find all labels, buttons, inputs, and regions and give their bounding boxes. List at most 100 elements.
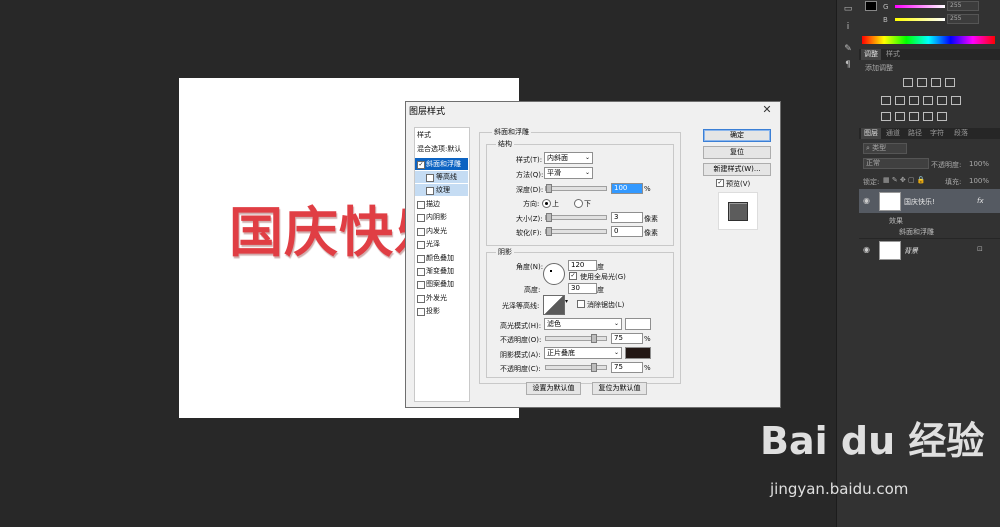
bevel-checkbox[interactable]: ✓ [417, 161, 425, 169]
posterize-icon[interactable] [895, 112, 905, 121]
reset-button[interactable]: 复位 [703, 146, 771, 159]
brightness-icon[interactable] [903, 78, 913, 87]
fx-icon[interactable]: fx [977, 197, 984, 205]
layer-row-text[interactable]: ◉ 国庆快乐! fx [859, 189, 1000, 213]
new-style-button[interactable]: 新建样式(W)... [703, 163, 771, 176]
tab-styles[interactable]: 样式 [883, 49, 903, 60]
paragraph-icon[interactable]: ¶ [841, 60, 855, 70]
pattern-overlay-checkbox[interactable] [417, 281, 425, 289]
gradient-map-icon[interactable] [923, 112, 933, 121]
direction-down-radio[interactable] [574, 199, 583, 208]
angle-dial[interactable] [543, 263, 565, 285]
chevron-down-icon[interactable]: ▾ [565, 298, 568, 305]
reset-default-button[interactable]: 复位为默认值 [592, 382, 647, 395]
altitude-input[interactable]: 30 [568, 283, 597, 294]
color-spectrum-bar[interactable] [862, 36, 995, 44]
effect-item[interactable]: 斜面和浮雕 [899, 227, 934, 237]
inner-shadow-checkbox[interactable] [417, 214, 425, 222]
bevel-style-select[interactable]: 内斜面 ⌄ [544, 152, 593, 164]
close-icon[interactable]: ✕ [758, 102, 776, 118]
style-item-pattern-overlay[interactable]: 图案叠加 [415, 278, 468, 290]
style-item-color-overlay[interactable]: 颜色叠加 [415, 252, 468, 264]
tab-paths[interactable]: 路径 [905, 128, 925, 139]
b-channel-slider[interactable] [895, 18, 945, 21]
depth-slider[interactable] [545, 184, 607, 193]
make-default-button[interactable]: 设置为默认值 [526, 382, 581, 395]
b-channel-value[interactable]: 255 [947, 14, 979, 24]
drop-shadow-checkbox[interactable] [417, 308, 425, 316]
style-item-gradient-overlay[interactable]: 渐变叠加 [415, 265, 468, 277]
highlight-color-swatch[interactable] [625, 318, 651, 330]
global-light-checkbox[interactable]: ✓ [569, 272, 577, 280]
tab-channels[interactable]: 通道 [883, 128, 903, 139]
gloss-contour-picker[interactable] [543, 295, 565, 315]
foreground-color-swatch[interactable] [865, 1, 877, 11]
style-item-texture[interactable]: 纹理 [415, 184, 468, 196]
layer-row-background[interactable]: ◉ 背景 ⊡ [859, 238, 1000, 261]
shadow-opacity-input[interactable]: 75 [611, 362, 643, 373]
shadow-opacity-slider[interactable] [545, 363, 607, 372]
shadow-mode-select[interactable]: 正片叠底 ⌄ [544, 347, 622, 359]
style-item-outer-glow[interactable]: 外发光 [415, 292, 468, 304]
vibrance-icon[interactable] [881, 96, 891, 105]
size-input[interactable]: 3 [611, 212, 643, 223]
tab-layers[interactable]: 图层 [861, 128, 881, 139]
blend-options-item[interactable]: 混合选项:默认 [415, 143, 470, 155]
g-channel-value[interactable]: 255 [947, 1, 979, 11]
eye-icon[interactable]: ◉ [863, 196, 870, 205]
style-item-stroke[interactable]: 描边 [415, 198, 468, 210]
brush-icon[interactable]: ✎ [841, 44, 855, 54]
g-channel-slider[interactable] [895, 5, 945, 8]
soften-input[interactable]: 0 [611, 226, 643, 237]
layer-name[interactable]: 国庆快乐! [904, 197, 935, 207]
satin-checkbox[interactable] [417, 241, 425, 249]
size-slider[interactable] [545, 213, 607, 222]
soften-slider-thumb[interactable] [546, 227, 552, 236]
black-white-icon[interactable] [923, 96, 933, 105]
angle-input[interactable]: 120 [568, 260, 597, 271]
soften-slider[interactable] [545, 227, 607, 236]
selective-color-icon[interactable] [937, 112, 947, 121]
curves-icon[interactable] [931, 78, 941, 87]
contour-checkbox[interactable] [426, 174, 434, 182]
style-item-bevel[interactable]: ✓ 斜面和浮雕 [415, 158, 468, 170]
shadow-opacity-thumb[interactable] [591, 363, 597, 372]
gradient-overlay-checkbox[interactable] [417, 268, 425, 276]
style-item-inner-glow[interactable]: 内发光 [415, 225, 468, 237]
levels-icon[interactable] [917, 78, 927, 87]
technique-select[interactable]: 平滑 ⌄ [544, 167, 593, 179]
color-balance-icon[interactable] [909, 96, 919, 105]
anti-alias-checkbox[interactable] [577, 300, 585, 308]
size-slider-thumb[interactable] [546, 213, 552, 222]
tab-paragraph[interactable]: 段落 [951, 128, 971, 139]
highlight-opacity-slider[interactable] [545, 334, 607, 343]
threshold-icon[interactable] [909, 112, 919, 121]
stroke-checkbox[interactable] [417, 201, 425, 209]
tab-character[interactable]: 字符 [927, 128, 947, 139]
style-item-satin[interactable]: 光泽 [415, 238, 468, 250]
preview-checkbox[interactable]: ✓ [716, 179, 724, 187]
invert-icon[interactable] [881, 112, 891, 121]
blend-mode-select[interactable]: 正常 [863, 158, 929, 169]
fill-value[interactable]: 100% [969, 177, 989, 185]
style-item-contour[interactable]: 等高线 [415, 171, 468, 183]
color-overlay-checkbox[interactable] [417, 255, 425, 263]
outer-glow-checkbox[interactable] [417, 295, 425, 303]
lock-icons[interactable]: ▦ ✎ ✥ ▢ 🔒 [883, 176, 926, 184]
layer-name[interactable]: 背景 [904, 246, 918, 256]
hue-icon[interactable] [895, 96, 905, 105]
opacity-value[interactable]: 100% [969, 160, 989, 168]
layer-kind-filter[interactable]: ⌕ 类型 [863, 143, 907, 154]
highlight-mode-select[interactable]: 滤色 ⌄ [544, 318, 622, 330]
depth-slider-thumb[interactable] [546, 184, 552, 193]
channel-mixer-icon[interactable] [951, 96, 961, 105]
eye-icon[interactable]: ◉ [863, 245, 870, 254]
history-icon[interactable]: ▭ [841, 4, 855, 14]
style-item-inner-shadow[interactable]: 内阴影 [415, 211, 468, 223]
photo-filter-icon[interactable] [937, 96, 947, 105]
texture-checkbox[interactable] [426, 187, 434, 195]
style-item-drop-shadow[interactable]: 投影 [415, 305, 468, 317]
highlight-opacity-input[interactable]: 75 [611, 333, 643, 344]
depth-input[interactable]: 100 [611, 183, 643, 194]
ok-button[interactable]: 确定 [703, 129, 771, 142]
